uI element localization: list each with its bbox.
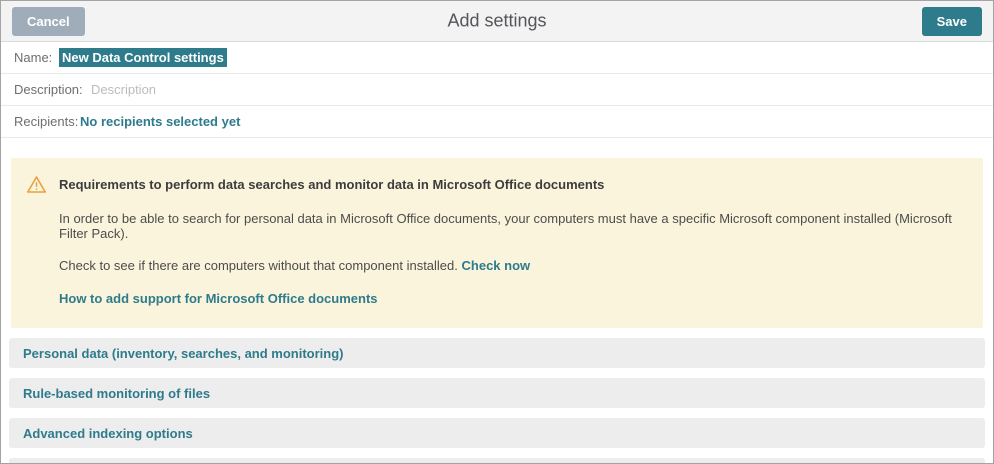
description-label: Description: — [14, 82, 91, 97]
name-input[interactable]: New Data Control settings — [59, 48, 227, 67]
office-support-help-link[interactable]: How to add support for Microsoft Office … — [59, 291, 378, 306]
section-label: Personal data (inventory, searches, and … — [23, 346, 344, 361]
check-now-link[interactable]: Check now — [462, 258, 531, 273]
add-settings-page: Cancel Add settings Save Name: New Data … — [0, 0, 994, 464]
section-label: Rule-based monitoring of files — [23, 386, 210, 401]
warning-title: Requirements to perform data searches an… — [59, 177, 604, 192]
section-advanced-indexing[interactable]: Advanced indexing options — [9, 418, 985, 448]
description-row: Description: — [1, 74, 993, 106]
warning-triangle-icon — [26, 175, 47, 194]
section-removable-storage[interactable]: Write to removable storage drives — [9, 458, 985, 464]
warning-paragraph-filter-pack: In order to be able to search for person… — [26, 211, 963, 241]
section-label: Advanced indexing options — [23, 426, 193, 441]
recipients-link[interactable]: No recipients selected yet — [80, 114, 240, 129]
name-label: Name: — [14, 50, 59, 65]
recipients-row: Recipients: No recipients selected yet — [1, 106, 993, 138]
warning-paragraph-check: Check to see if there are computers with… — [26, 258, 963, 273]
description-input[interactable] — [91, 82, 491, 97]
cancel-button[interactable]: Cancel — [12, 7, 85, 36]
save-button[interactable]: Save — [922, 7, 982, 36]
recipients-label: Recipients: — [14, 114, 80, 129]
name-row: Name: New Data Control settings — [1, 42, 993, 74]
section-personal-data[interactable]: Personal data (inventory, searches, and … — [9, 338, 985, 368]
section-rule-based-monitoring[interactable]: Rule-based monitoring of files — [9, 378, 985, 408]
warning-check-text: Check to see if there are computers with… — [59, 258, 458, 273]
office-requirements-warning-panel: Requirements to perform data searches an… — [11, 158, 983, 328]
page-title: Add settings — [447, 11, 546, 32]
header-bar: Cancel Add settings Save — [1, 1, 993, 42]
